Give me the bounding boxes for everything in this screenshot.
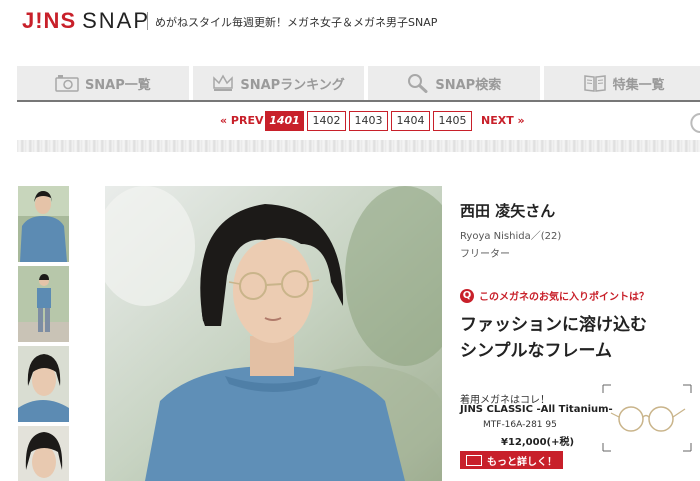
glasses-frame-image[interactable] — [601, 383, 693, 453]
nav-snap-list[interactable]: SNAP一覧 — [17, 66, 189, 100]
profile-info: 西田 凌矢さん Ryoya Nishida／(22) フリーター — [460, 200, 700, 260]
favorite-point-heading: Q このメガネのお気に入りポイントは？ — [460, 288, 649, 303]
main-snap-photo — [105, 186, 442, 481]
thumbnail-photo[interactable] — [18, 186, 69, 262]
torn-paper-divider — [17, 140, 700, 152]
site-logo[interactable]: J!NS SNAP — [22, 8, 150, 34]
nav-label: SNAPランキング — [240, 77, 345, 93]
thumbnail-photo[interactable] — [18, 266, 69, 342]
refresh-icon[interactable] — [686, 110, 700, 140]
catchphrase-line: シンプルなフレーム — [460, 341, 612, 361]
nav-snap-ranking[interactable]: SNAPランキング — [192, 66, 365, 100]
page-link[interactable]: 1405 — [433, 111, 472, 131]
crown-icon — [212, 74, 234, 92]
more-details-button[interactable]: もっと詳しく！ — [460, 451, 563, 469]
logo-product: SNAP — [82, 8, 151, 33]
prev-link[interactable]: « PREV — [220, 114, 264, 127]
page-link[interactable]: 1403 — [349, 111, 388, 131]
profile-romaji-age: Ryoya Nishida／(22) — [460, 231, 562, 242]
main-nav: SNAP一覧 SNAPランキング SNAP検索 特集一覧 — [17, 66, 700, 102]
nav-feature-list[interactable]: 特集一覧 — [544, 66, 700, 100]
nav-label: SNAP一覧 — [84, 77, 151, 93]
site-tagline: めがねスタイル毎週更新！メガネ女子＆メガネ男子SNAP — [155, 16, 438, 29]
profile-name: 西田 凌矢さん — [460, 202, 556, 220]
page-link[interactable]: 1402 — [307, 111, 346, 131]
next-link[interactable]: NEXT » — [481, 114, 525, 127]
nav-label: 特集一覧 — [612, 77, 665, 93]
camera-icon — [55, 74, 79, 92]
nav-label: SNAP検索 — [435, 77, 502, 93]
profile-occupation: フリーター — [460, 249, 510, 260]
book-icon — [583, 74, 607, 92]
site-header: J!NS SNAP めがねスタイル毎週更新！メガネ女子＆メガネ男子SNAP — [0, 0, 700, 44]
product-name[interactable]: JINS CLASSIC -All Titanium- — [460, 404, 613, 415]
monitor-icon — [466, 454, 482, 466]
favorite-catchphrase: ファッションに溶け込む シンプルなフレーム — [460, 312, 647, 364]
more-details-label: もっと詳しく！ — [487, 456, 557, 468]
page-link[interactable]: 1404 — [391, 111, 430, 131]
favorite-point-question: このメガネのお気に入りポイントは？ — [479, 292, 649, 303]
magnifier-icon — [407, 73, 429, 93]
page-link-current[interactable]: 1401 — [265, 111, 304, 131]
logo-brand: J!NS — [22, 8, 77, 33]
product-price: ¥12,000(+税) — [501, 437, 575, 448]
thumbnail-photo[interactable] — [18, 426, 69, 481]
catchphrase-line: ファッションに溶け込む — [460, 315, 647, 335]
thumbnail-photo[interactable] — [18, 346, 69, 422]
question-icon: Q — [460, 288, 474, 303]
nav-snap-search[interactable]: SNAP検索 — [368, 66, 541, 100]
product-code: MTF-16A-281 95 — [483, 420, 557, 430]
pagination: « PREV 1401 1402 1403 1404 1405 NEXT » — [0, 111, 700, 131]
header-divider — [147, 12, 148, 30]
